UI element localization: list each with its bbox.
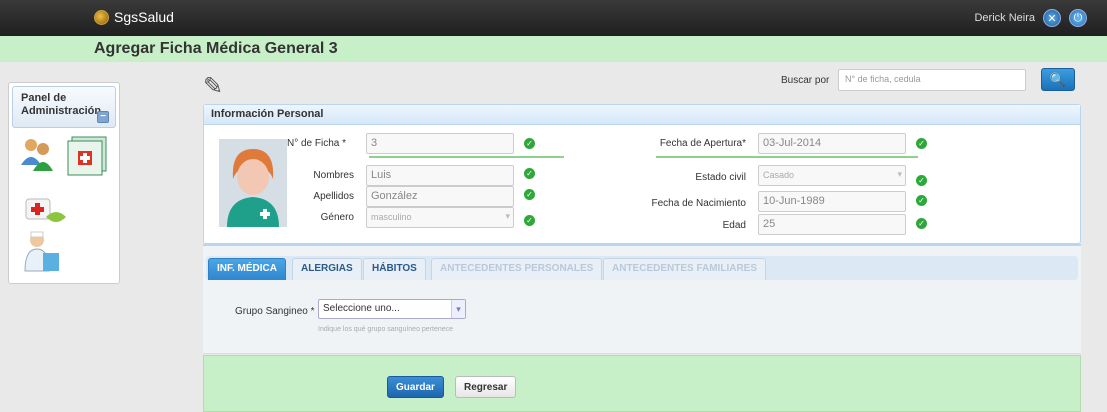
apertura-label: Fecha de Apertura* — [659, 138, 746, 149]
genero-label: Género — [320, 212, 354, 223]
nacimiento-label: Fecha de Nacimiento — [651, 198, 747, 209]
civil-select[interactable]: Casado — [758, 165, 906, 186]
admin-panel-header: Panel de Administración − — [12, 86, 116, 128]
power-icon[interactable]: ⏻ — [1069, 9, 1087, 27]
ficha-valid-icon: ✓ — [524, 138, 535, 149]
title-bar: Agregar Ficha Médica General 3 — [0, 36, 1107, 62]
edad-label: Edad — [722, 220, 746, 231]
grupo-sanguineo-value: Seleccione uno... — [323, 303, 400, 314]
grupo-sanguineo-hint: Indique los qué grupo sanguíneo pertenec… — [318, 326, 454, 333]
search-button[interactable]: 🔍 — [1041, 68, 1075, 91]
main-content: ✎ Buscar por N° de ficha, cedula 🔍 Infor… — [203, 62, 1081, 412]
civil-valid-icon: ✓ — [916, 175, 927, 186]
tab-inf-medica[interactable]: INF. MÉDICA — [208, 258, 286, 280]
apertura-divider — [656, 156, 918, 158]
first-aid-icon[interactable] — [24, 193, 74, 227]
tab-alergias[interactable]: ALERGIAS — [292, 258, 362, 280]
back-button[interactable]: Regresar — [455, 376, 517, 398]
edad-valid-icon: ✓ — [916, 218, 927, 229]
personal-info-header: Información Personal — [204, 105, 1080, 125]
patient-avatar — [219, 139, 287, 227]
collapse-button[interactable]: − — [97, 111, 109, 123]
grupo-sanguineo-select[interactable]: Seleccione uno... ▾ — [318, 299, 466, 319]
user-name[interactable]: Derick Neira — [974, 12, 1035, 24]
grupo-sanguineo-label: Grupo Sangineo * — [235, 306, 315, 317]
nacimiento-valid-icon: ✓ — [916, 195, 927, 206]
medical-records-icon[interactable] — [64, 133, 110, 179]
settings-icon[interactable]: ✕ — [1043, 9, 1061, 27]
apellidos-valid-icon: ✓ — [524, 189, 535, 200]
nombres-label: Nombres — [313, 170, 354, 181]
form-actions: Guardar Regresar — [203, 355, 1081, 412]
app-logo-icon — [94, 9, 109, 25]
apertura-field[interactable]: 03-Jul-2014 — [758, 133, 906, 154]
user-box: Derick Neira ✕ ⏻ — [974, 9, 1087, 27]
personal-info-card: Información Personal N° de Ficha * 3 ✓ N… — [203, 104, 1081, 244]
top-navbar: SgsSalud Derick Neira ✕ ⏻ — [0, 0, 1107, 36]
ficha-field[interactable]: 3 — [366, 133, 514, 154]
apertura-valid-icon: ✓ — [916, 138, 927, 149]
tab-antecedentes-familiares[interactable]: ANTECEDENTES FAMILIARES — [603, 258, 767, 280]
app-name: SgsSalud — [114, 9, 174, 25]
ficha-divider — [369, 156, 564, 158]
search-label: Buscar por — [781, 75, 830, 86]
edad-field[interactable]: 25 — [758, 214, 906, 235]
medical-tabs-panel: INF. MÉDICA ALERGIAS HÁBITOS ANTECEDENTE… — [203, 244, 1081, 354]
notepad-icon: ✎ — [203, 73, 224, 100]
brand[interactable]: SgsSalud — [94, 9, 174, 25]
apellidos-label: Apellidos — [313, 191, 354, 202]
tab-antecedentes-personales[interactable]: ANTECEDENTES PERSONALES — [431, 258, 603, 280]
apellidos-field[interactable]: González — [366, 186, 514, 207]
civil-label: Estado civil — [695, 172, 746, 183]
genero-select[interactable]: masculino — [366, 207, 514, 228]
page-title: Agregar Ficha Médica General 3 — [94, 40, 338, 57]
genero-valid-icon: ✓ — [524, 215, 535, 226]
admin-panel-title: Panel de Administración — [21, 92, 102, 117]
nombres-field[interactable]: Luis — [366, 165, 514, 186]
search-icon: 🔍 — [1049, 71, 1067, 87]
ficha-label: N° de Ficha * — [286, 138, 346, 149]
tab-bar: INF. MÉDICA ALERGIAS HÁBITOS ANTECEDENTE… — [206, 256, 1078, 280]
tab-habitos[interactable]: HÁBITOS — [363, 258, 426, 280]
doctor-icon[interactable] — [23, 231, 63, 273]
admin-panel: Panel de Administración − — [8, 82, 120, 284]
nacimiento-field[interactable]: 10-Jun-1989 — [758, 191, 906, 212]
chevron-down-icon[interactable]: ▾ — [451, 300, 465, 318]
nombres-valid-icon: ✓ — [524, 168, 535, 179]
search-input[interactable]: N° de ficha, cedula — [838, 69, 1026, 91]
save-button[interactable]: Guardar — [387, 376, 444, 398]
